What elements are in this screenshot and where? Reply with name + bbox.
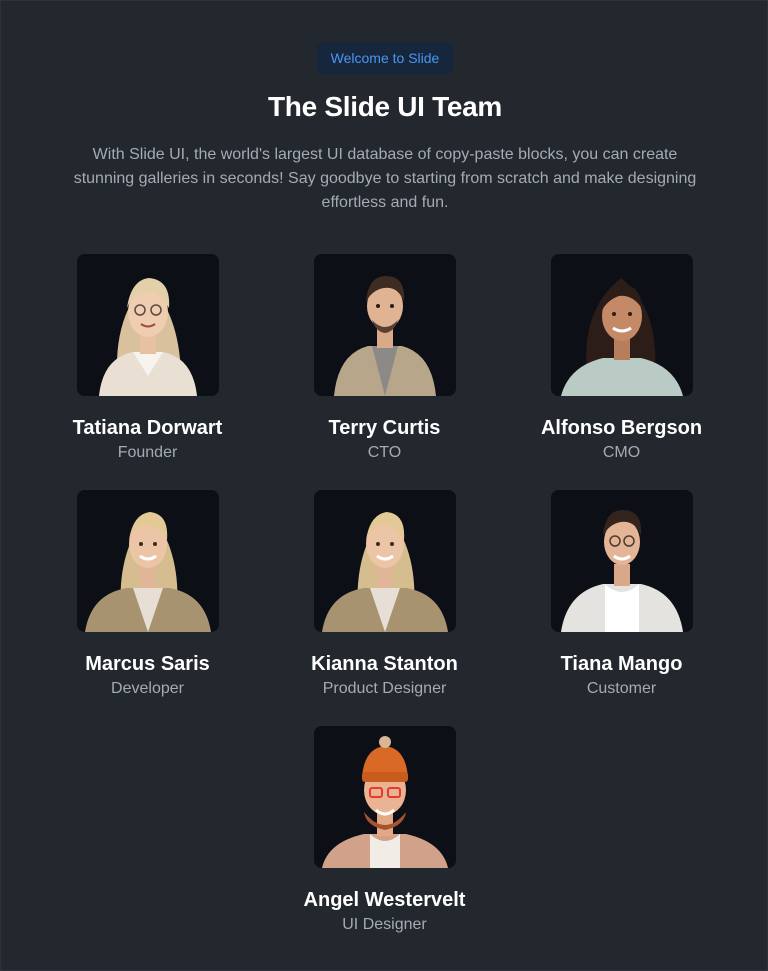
member-name: Marcus Saris — [85, 653, 210, 675]
member-photo — [313, 490, 456, 632]
member-photo — [313, 254, 456, 396]
portrait-illustration — [550, 254, 693, 396]
member-name: Alfonso Bergson — [540, 417, 703, 439]
member-photo — [550, 490, 693, 632]
member-role: CMO — [602, 444, 641, 461]
team-member-card: Tatiana Dorwart Founder — [29, 254, 266, 464]
member-role: Developer — [111, 680, 184, 697]
member-role: Product Designer — [322, 680, 447, 697]
member-photo — [76, 490, 219, 632]
member-role: CTO — [367, 444, 402, 461]
member-name: Kianna Stanton — [311, 653, 458, 675]
member-name: Tatiana Dorwart — [72, 417, 223, 439]
portrait-illustration — [313, 726, 456, 868]
team-member-card: Marcus Saris Developer — [29, 490, 266, 700]
welcome-badge: Welcome to Slide — [317, 42, 453, 74]
team-member-card: Alfonso Bergson CMO — [503, 254, 740, 464]
team-member-card: Tiana Mango Customer — [503, 490, 740, 700]
team-member-card: Kianna Stanton Product Designer — [266, 490, 503, 700]
portrait-illustration — [313, 254, 456, 396]
member-name: Tiana Mango — [560, 653, 683, 675]
team-member-card: Angel Westervelt UI Designer — [266, 726, 503, 936]
team-grid: Tatiana Dorwart Founder Terry Curtis CTO… — [29, 254, 740, 936]
member-photo — [550, 254, 693, 396]
member-photo — [76, 254, 219, 396]
member-photo — [313, 726, 456, 868]
portrait-illustration — [313, 490, 456, 632]
member-name: Terry Curtis — [328, 417, 441, 439]
page-container: Welcome to Slide The Slide UI Team With … — [0, 0, 768, 971]
team-member-card: Terry Curtis CTO — [266, 254, 503, 464]
member-role: Founder — [117, 444, 178, 461]
page-title: The Slide UI Team — [268, 91, 502, 122]
member-name: Angel Westervelt — [303, 889, 466, 911]
portrait-illustration — [76, 490, 219, 632]
member-role: UI Designer — [342, 916, 427, 933]
page-description: With Slide UI, the world's largest UI da… — [73, 146, 697, 211]
member-role: Customer — [586, 680, 657, 697]
portrait-illustration — [76, 254, 219, 396]
portrait-illustration — [550, 490, 693, 632]
